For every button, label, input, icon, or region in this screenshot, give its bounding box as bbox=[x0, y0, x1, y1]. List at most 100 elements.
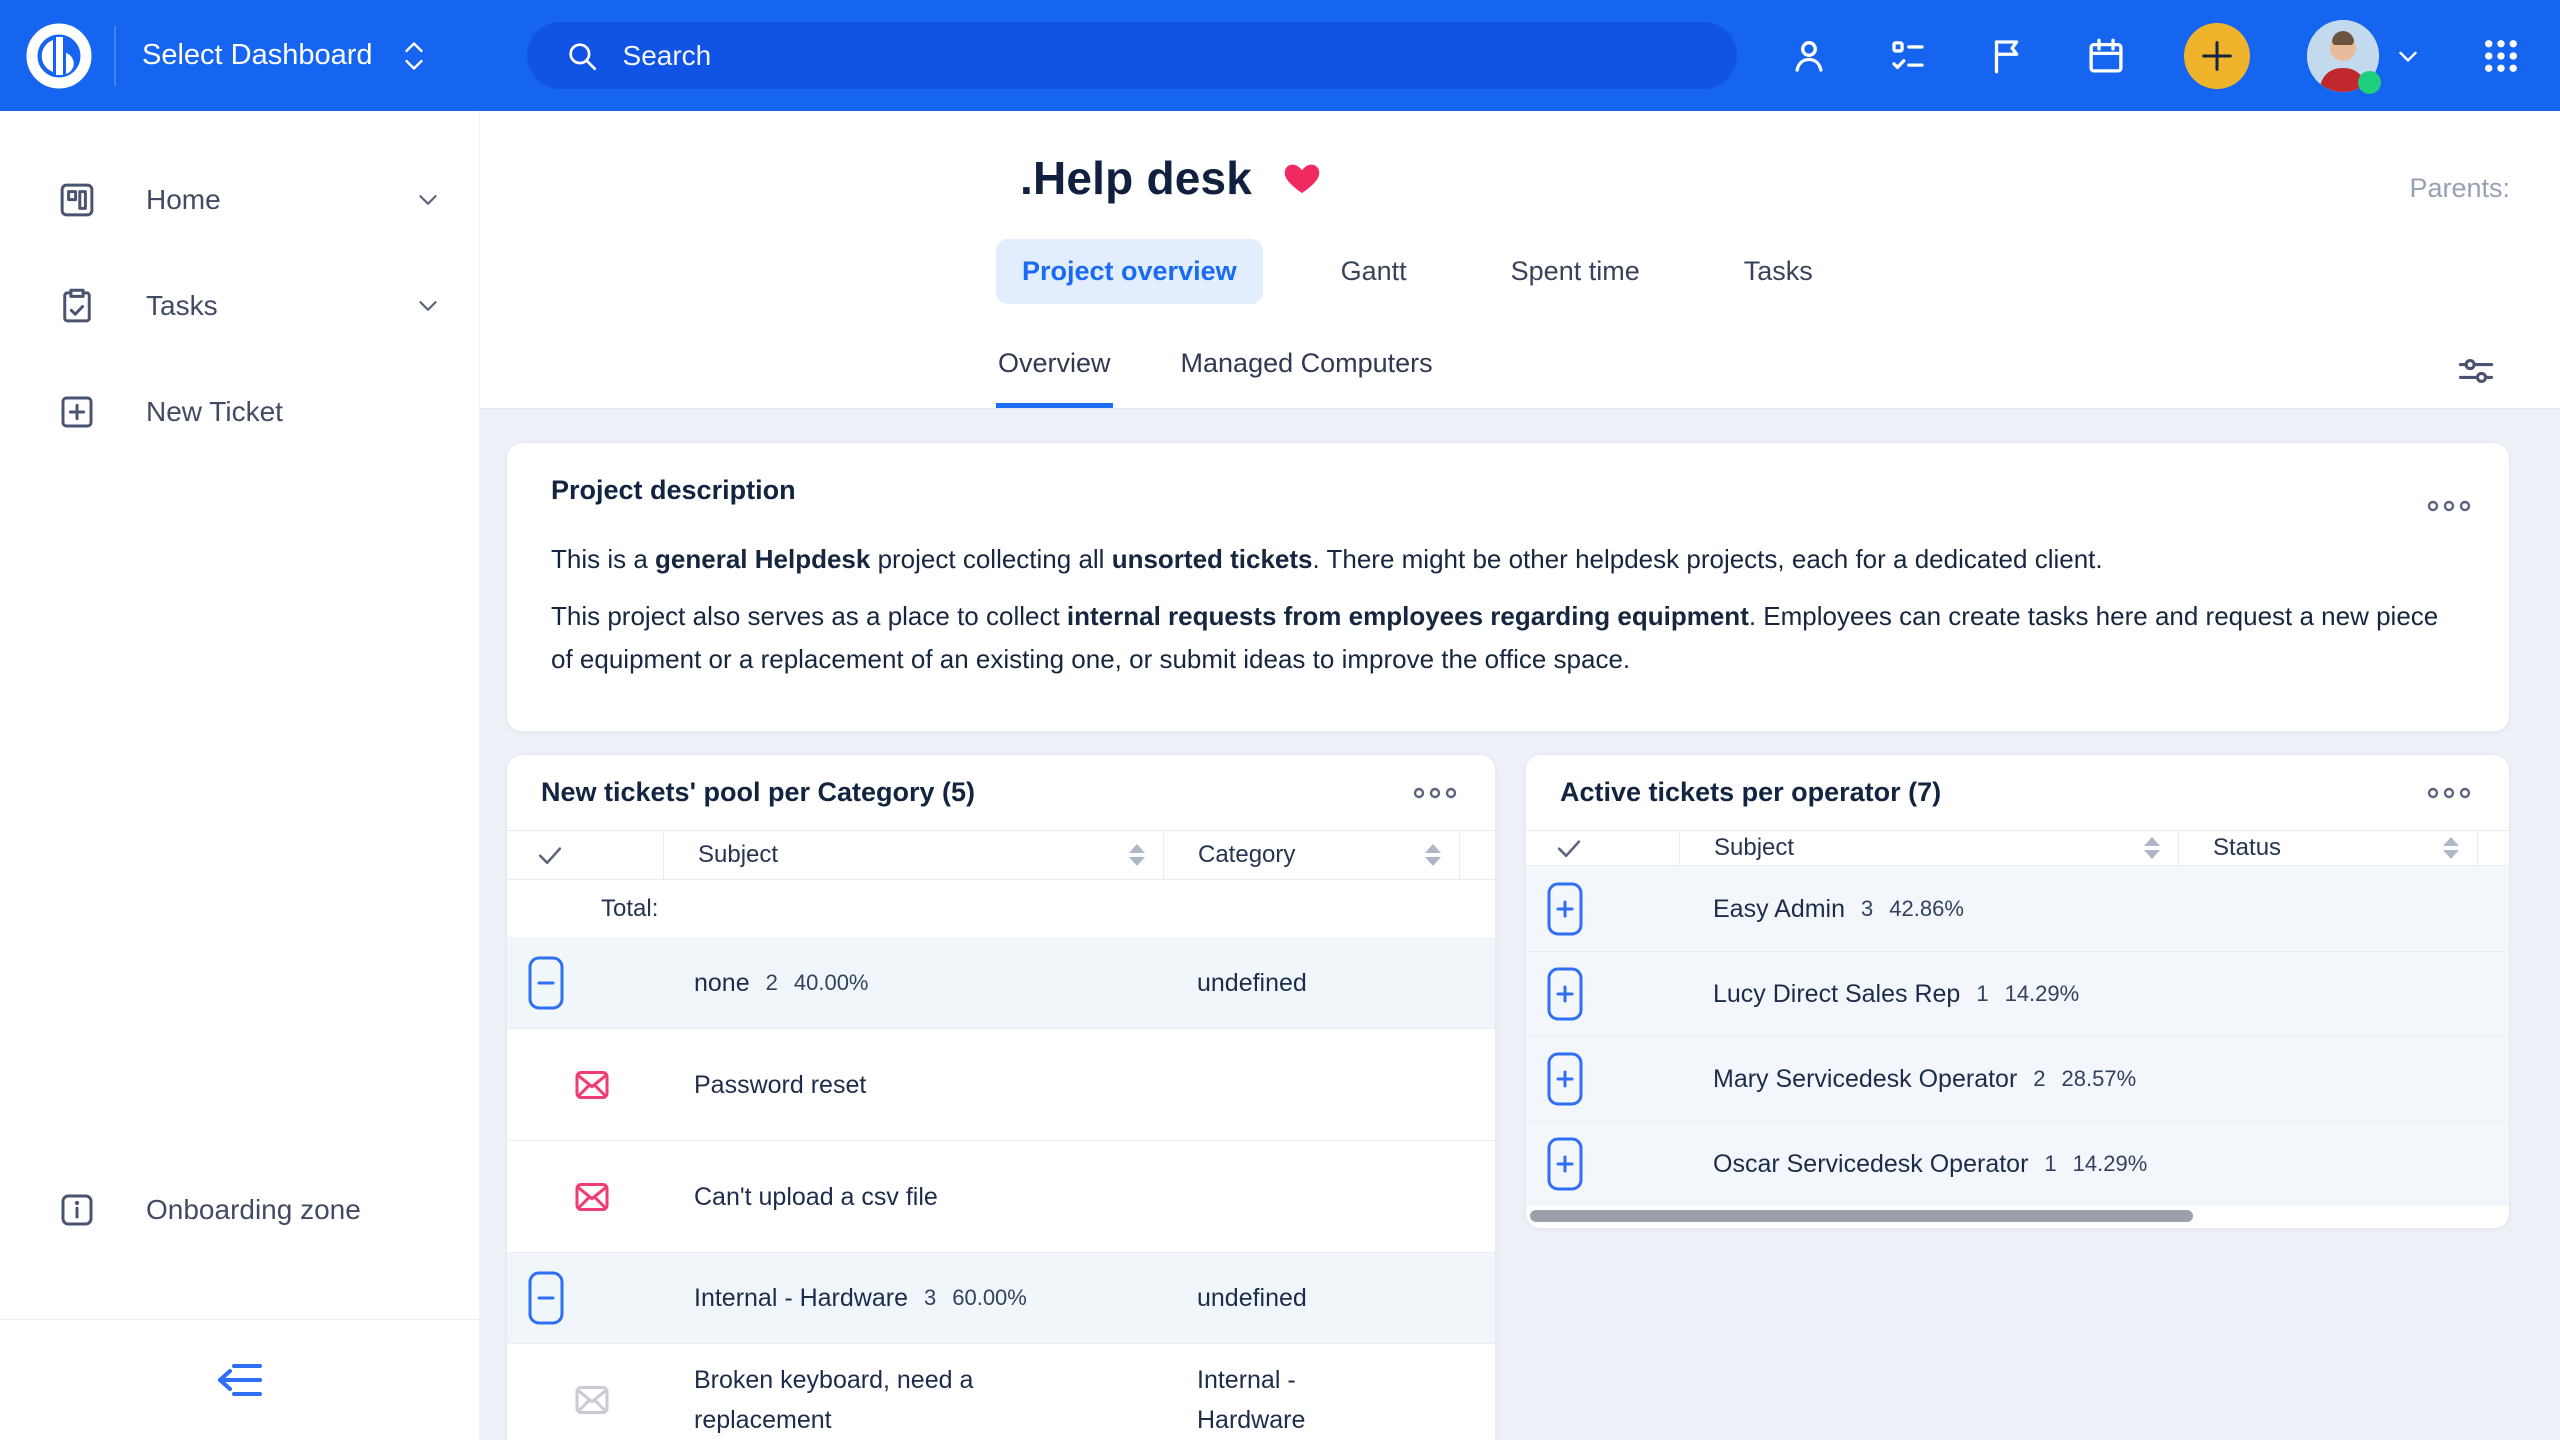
subject-cell[interactable]: Internal - Hardware 3 60.00% bbox=[663, 1253, 1163, 1343]
collapse-group-icon[interactable] bbox=[528, 1271, 564, 1325]
collapse-sidebar-button[interactable] bbox=[214, 1358, 266, 1402]
expand-group-icon[interactable] bbox=[1547, 1137, 1583, 1191]
category-cell: Internal - Hardware bbox=[1163, 1344, 1459, 1440]
panel-menu-button[interactable] bbox=[2423, 778, 2475, 808]
row-selector-cell[interactable] bbox=[1526, 952, 1679, 1036]
subject-cell[interactable]: Easy Admin 3 42.86% bbox=[1679, 866, 2178, 951]
sliders-icon bbox=[2454, 349, 2498, 393]
row-selector-cell[interactable] bbox=[507, 1253, 663, 1343]
user-avatar[interactable] bbox=[2307, 20, 2379, 92]
dashboard-subtabs: Overview Managed Computers bbox=[996, 348, 2510, 408]
row-selector-cell[interactable] bbox=[507, 1141, 663, 1252]
row-spacer-cell bbox=[1459, 937, 1495, 1028]
main-area: .Help desk Parents: Project overview Gan… bbox=[480, 111, 2560, 1440]
ticket-count: 3 bbox=[924, 1285, 936, 1311]
ticket-row[interactable]: Broken keyboard, need a replacementInter… bbox=[507, 1343, 1495, 1440]
sidebar-item-tasks[interactable]: Tasks bbox=[0, 253, 479, 359]
select-all-checkbox[interactable] bbox=[507, 831, 663, 879]
subject-cell[interactable]: Password reset bbox=[663, 1029, 1163, 1140]
column-header-subject[interactable]: Subject bbox=[1679, 831, 2178, 865]
sidebar-item-onboarding-zone[interactable]: Onboarding zone bbox=[0, 1157, 479, 1263]
chevron-down-icon bbox=[413, 291, 443, 321]
panel-title: New tickets' pool per Category (5) bbox=[541, 777, 975, 808]
ticket-count: 2 bbox=[2033, 1066, 2045, 1092]
dashboard-selector[interactable]: Select Dashboard bbox=[142, 36, 429, 76]
checklist-icon[interactable] bbox=[1887, 35, 1929, 77]
subject-cell[interactable]: Mary Servicedesk Operator 2 28.57% bbox=[1679, 1037, 2178, 1121]
row-spacer-cell bbox=[2477, 952, 2509, 1036]
sidebar-item-new-ticket[interactable]: New Ticket bbox=[0, 359, 479, 465]
sort-arrows-icon[interactable] bbox=[2443, 837, 2459, 859]
sidebar-item-home[interactable]: Home bbox=[0, 147, 479, 253]
status-cell bbox=[2178, 952, 2477, 1036]
three-dots-icon bbox=[2423, 778, 2475, 808]
tickets-by-operator-panel: Active tickets per operator (7) bbox=[1525, 754, 2510, 1229]
row-selector-cell[interactable] bbox=[1526, 1037, 1679, 1121]
user-menu[interactable] bbox=[2307, 20, 2423, 92]
subtab-managed-computers[interactable]: Managed Computers bbox=[1179, 348, 1435, 408]
operator-group-row[interactable]: Lucy Direct Sales Rep 1 14.29% bbox=[1526, 951, 2509, 1036]
subtab-overview[interactable]: Overview bbox=[996, 348, 1113, 408]
panel-menu-button[interactable] bbox=[2423, 491, 2475, 521]
sort-arrows-icon[interactable] bbox=[2144, 837, 2160, 859]
column-header-subject[interactable]: Subject bbox=[663, 831, 1163, 879]
ticket-percent: 28.57% bbox=[2062, 1066, 2137, 1092]
row-selector-cell[interactable] bbox=[1526, 866, 1679, 951]
column-header-status[interactable]: Status bbox=[2178, 831, 2477, 865]
email-ticket-icon bbox=[572, 1380, 612, 1420]
subject-cell[interactable]: Broken keyboard, need a replacement bbox=[663, 1344, 1163, 1440]
category-group-row[interactable]: Internal - Hardware 3 60.00%undefined bbox=[507, 1252, 1495, 1343]
ticket-row[interactable]: Password reset bbox=[507, 1028, 1495, 1140]
subject-cell[interactable]: none 2 40.00% bbox=[663, 937, 1163, 1028]
operator-group-row[interactable]: Easy Admin 3 42.86% bbox=[1526, 866, 2509, 951]
tab-gantt[interactable]: Gantt bbox=[1315, 239, 1433, 304]
status-cell bbox=[2178, 1037, 2477, 1121]
column-header-category[interactable]: Category bbox=[1163, 831, 1459, 879]
flag-icon[interactable] bbox=[1986, 35, 2028, 77]
subject-cell[interactable]: Can't upload a csv file bbox=[663, 1141, 1163, 1252]
create-new-button[interactable] bbox=[2184, 23, 2250, 89]
panel-menu-button[interactable] bbox=[1409, 778, 1461, 808]
search-input[interactable] bbox=[623, 40, 1623, 72]
profile-icon[interactable] bbox=[1788, 35, 1830, 77]
check-icon bbox=[1552, 831, 1586, 865]
tab-tasks[interactable]: Tasks bbox=[1718, 239, 1839, 304]
table-header-row: Subject Category bbox=[507, 830, 1495, 880]
search-bar[interactable] bbox=[527, 22, 1737, 89]
row-selector-cell[interactable] bbox=[1526, 1122, 1679, 1206]
easy-software-logo-icon[interactable] bbox=[26, 23, 92, 89]
panel-title: Active tickets per operator (7) bbox=[1560, 777, 1941, 808]
calendar-icon[interactable] bbox=[2085, 35, 2127, 77]
panel-title: Project description bbox=[551, 475, 2465, 506]
subject-cell[interactable]: Lucy Direct Sales Rep 1 14.29% bbox=[1679, 952, 2178, 1036]
select-all-checkbox[interactable] bbox=[1526, 831, 1679, 865]
tab-project-overview[interactable]: Project overview bbox=[996, 239, 1263, 304]
favorite-heart-icon[interactable] bbox=[1282, 158, 1322, 198]
apps-grid-icon[interactable] bbox=[2480, 35, 2522, 77]
row-selector-cell[interactable] bbox=[507, 1029, 663, 1140]
sort-arrows-icon[interactable] bbox=[1425, 844, 1441, 866]
clipboard-check-icon bbox=[56, 285, 98, 327]
row-selector-cell[interactable] bbox=[507, 937, 663, 1028]
scrollbar-thumb[interactable] bbox=[1530, 1210, 2193, 1222]
category-group-row[interactable]: none 2 40.00%undefined bbox=[507, 937, 1495, 1028]
ticket-row[interactable]: Can't upload a csv file bbox=[507, 1140, 1495, 1252]
expand-group-icon[interactable] bbox=[1547, 882, 1583, 936]
row-selector-cell[interactable] bbox=[507, 1344, 663, 1440]
project-description-body: This is a general Helpdesk project colle… bbox=[551, 538, 2465, 681]
project-description-panel: Project description This is a general He… bbox=[506, 442, 2510, 732]
dashboard-selector-label: Select Dashboard bbox=[142, 39, 373, 72]
expand-group-icon[interactable] bbox=[1547, 967, 1583, 1021]
subject-cell[interactable]: Oscar Servicedesk Operator 1 14.29% bbox=[1679, 1122, 2178, 1206]
email-ticket-icon bbox=[572, 1177, 612, 1217]
collapse-group-icon[interactable] bbox=[528, 956, 564, 1010]
page-settings-button[interactable] bbox=[2454, 349, 2498, 393]
horizontal-scrollbar[interactable] bbox=[1530, 1210, 2505, 1222]
tab-spent-time[interactable]: Spent time bbox=[1485, 239, 1666, 304]
online-status-dot bbox=[2358, 71, 2381, 94]
operator-group-row[interactable]: Oscar Servicedesk Operator 1 14.29% bbox=[1526, 1121, 2509, 1206]
total-row: Total: bbox=[507, 880, 1495, 937]
operator-group-row[interactable]: Mary Servicedesk Operator 2 28.57% bbox=[1526, 1036, 2509, 1121]
expand-group-icon[interactable] bbox=[1547, 1052, 1583, 1106]
sort-arrows-icon[interactable] bbox=[1129, 844, 1145, 866]
